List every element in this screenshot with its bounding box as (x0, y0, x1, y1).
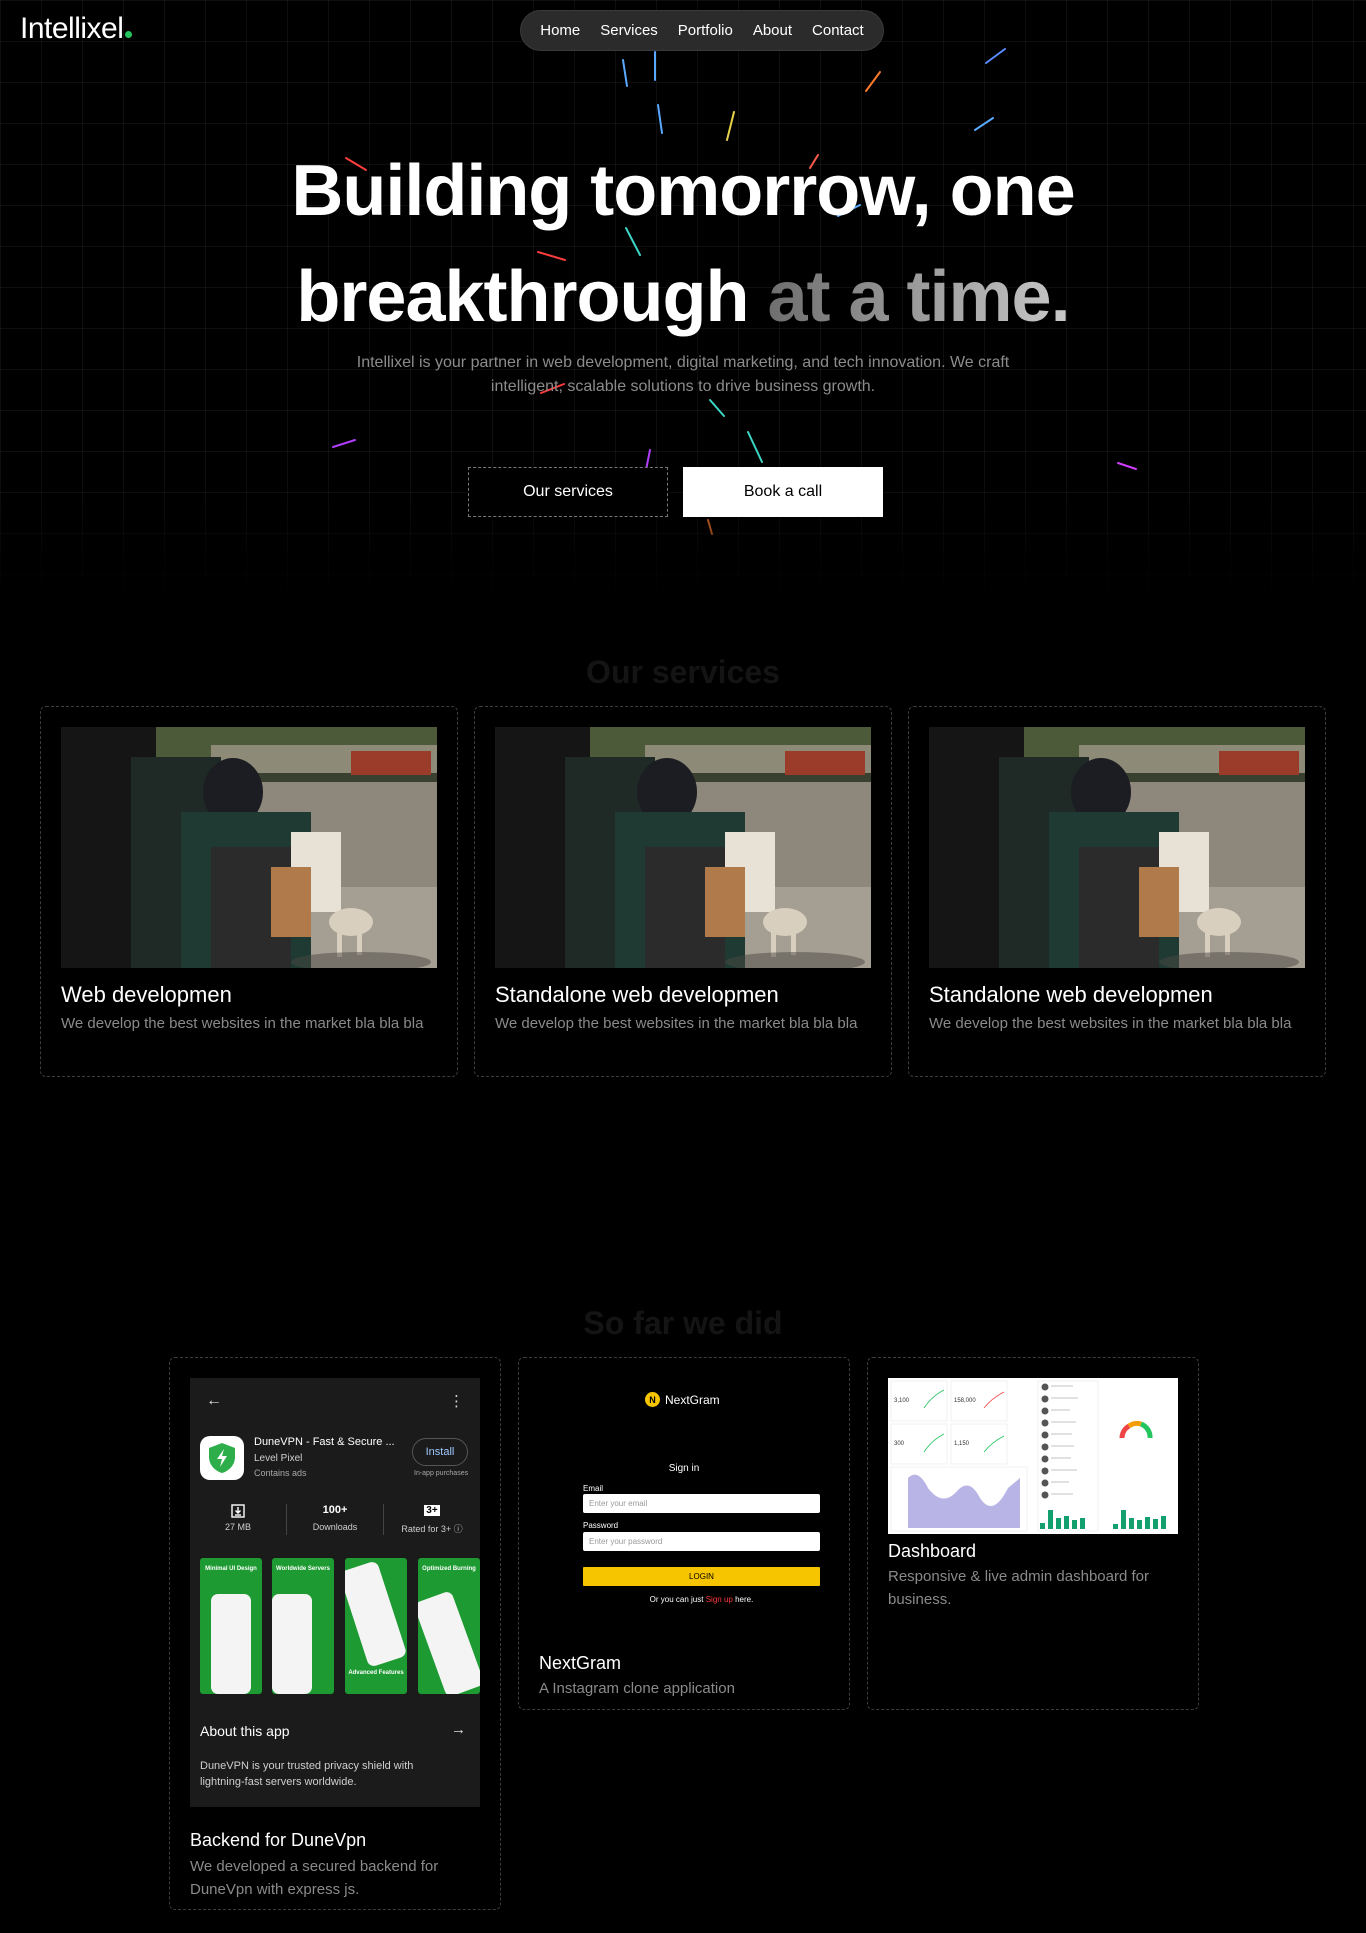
dunevpn-screenshot: ← ⋮ DuneVPN - Fast & Secure ... Level Pi… (190, 1378, 480, 1807)
in-app-purchases-note: In-app purchases (414, 1470, 469, 1477)
email-label: Email (583, 1484, 604, 1493)
nav-item-home[interactable]: Home (540, 22, 580, 39)
app-name: DuneVPN - Fast & Secure ... (254, 1436, 395, 1448)
hero-subtitle: Intellixel is your partner in web develo… (356, 354, 1010, 395)
project-description: Responsive & live admin dashboard for bu… (888, 1568, 1149, 1608)
service-title: Standalone web developmen (929, 982, 1213, 1007)
about-app-description: DuneVPN is your trusted privacy shield w… (200, 1760, 414, 1788)
work-title: So far we did (583, 1305, 783, 1341)
signup-link: Sign up (705, 1595, 733, 1604)
stat-size: 27 MB (190, 1504, 286, 1535)
rating-badge: 3+ (424, 1505, 440, 1516)
logo-dot-icon (125, 31, 133, 38)
more-vert-icon: ⋮ (449, 1393, 464, 1410)
stat-downloads: 100+ Downloads (286, 1504, 383, 1535)
about-this-app: About this app (200, 1723, 290, 1739)
signup-prompt: Or you can just Sign up here. (649, 1595, 754, 1604)
password-label: Password (583, 1521, 619, 1530)
nav-item-about[interactable]: About (753, 22, 792, 39)
hero-headline: Building tomorrow, one breakthrough at a… (0, 138, 1366, 350)
app-screenshots: Minimal UI Design Worldwide Servers Adva… (200, 1558, 480, 1694)
stat-rating: 3+ Rated for 3+ ⓘ (383, 1504, 480, 1535)
nav-item-contact[interactable]: Contact (812, 22, 864, 39)
nav-item-portfolio[interactable]: Portfolio (678, 22, 733, 39)
app-stats: 27 MB 100+ Downloads 3+ Rated for 3+ ⓘ (190, 1504, 480, 1535)
email-field: Enter your email (583, 1494, 820, 1513)
nav-item-services[interactable]: Services (600, 22, 658, 39)
our-services-button[interactable]: Our services (468, 467, 668, 517)
app-screenshot: Minimal UI Design (200, 1558, 262, 1694)
service-card[interactable]: Standalone web developmen We develop the… (908, 706, 1326, 1077)
app-screenshot: Worldwide Servers (272, 1558, 334, 1694)
nextgram-logo: N NextGram (645, 1392, 720, 1407)
service-photo (929, 727, 1305, 968)
brand-name: Intellixel (20, 12, 124, 45)
service-description: We develop the best websites in the mark… (495, 1015, 858, 1032)
book-a-call-button[interactable]: Book a call (683, 467, 883, 517)
signin-heading: Sign in (668, 1463, 700, 1474)
service-photo (495, 727, 871, 968)
service-title: Web developmen (61, 982, 232, 1007)
kpi-value: 3,100 (894, 1398, 910, 1404)
project-title: NextGram (539, 1653, 622, 1673)
headline-fade-text: at a time. (767, 257, 1070, 337)
main-nav: Home Services Portfolio About Contact (520, 10, 884, 51)
app-screenshot: Advanced Features (345, 1558, 407, 1694)
project-description: We developed a secured backend for DuneV… (190, 1858, 439, 1898)
service-card[interactable]: Web developmen We develop the best websi… (40, 706, 458, 1077)
app-ads-note: Contains ads (254, 1468, 307, 1478)
service-description: We develop the best websites in the mark… (61, 1015, 424, 1032)
login-button: LOGIN (583, 1567, 820, 1586)
kpi-value: 158,000 (954, 1398, 976, 1404)
dashboard-screenshot: 3,100 158,000 300 1,150 (888, 1378, 1178, 1534)
service-title: Standalone web developmen (495, 982, 779, 1007)
kpi-value: 300 (894, 1441, 905, 1447)
services-title: Our services (586, 654, 780, 690)
password-field: Enter your password (583, 1532, 820, 1551)
service-description: We develop the best websites in the mark… (929, 1015, 1292, 1032)
arrow-right-icon: → (451, 1721, 466, 1738)
nextgram-screenshot: N NextGram Sign in Email Enter your emai… (539, 1378, 829, 1608)
download-icon (190, 1504, 286, 1520)
shield-bolt-icon (209, 1443, 235, 1473)
hero-section: Intellixel Home Services Portfolio About… (0, 0, 1366, 600)
headline-line-2: breakthrough (296, 257, 749, 337)
brand-logo[interactable]: Intellixel (20, 12, 133, 46)
nextgram-logo-icon: N (645, 1392, 660, 1407)
kpi-value: 1,150 (954, 1441, 970, 1447)
dunevpn-app-icon (200, 1436, 244, 1480)
project-description: A Instagram clone application (539, 1680, 735, 1697)
project-title: Dashboard (888, 1541, 977, 1561)
back-arrow-icon: ← (206, 1392, 222, 1409)
install-button: Install (412, 1438, 468, 1466)
project-card-nextgram[interactable]: N NextGram Sign in Email Enter your emai… (518, 1357, 850, 1710)
service-photo (61, 727, 437, 968)
project-card-dunevpn[interactable]: ← ⋮ DuneVPN - Fast & Secure ... Level Pi… (169, 1357, 501, 1910)
app-screenshot: Optimized Burning (418, 1558, 480, 1694)
project-card-dashboard[interactable]: 3,100 158,000 300 1,150 Dashboard Respon… (867, 1357, 1199, 1710)
service-card[interactable]: Standalone web developmen We develop the… (474, 706, 892, 1077)
project-title: Backend for DuneVpn (190, 1830, 367, 1850)
headline-line-1: Building tomorrow, one (291, 151, 1075, 231)
app-developer: Level Pixel (254, 1453, 303, 1464)
